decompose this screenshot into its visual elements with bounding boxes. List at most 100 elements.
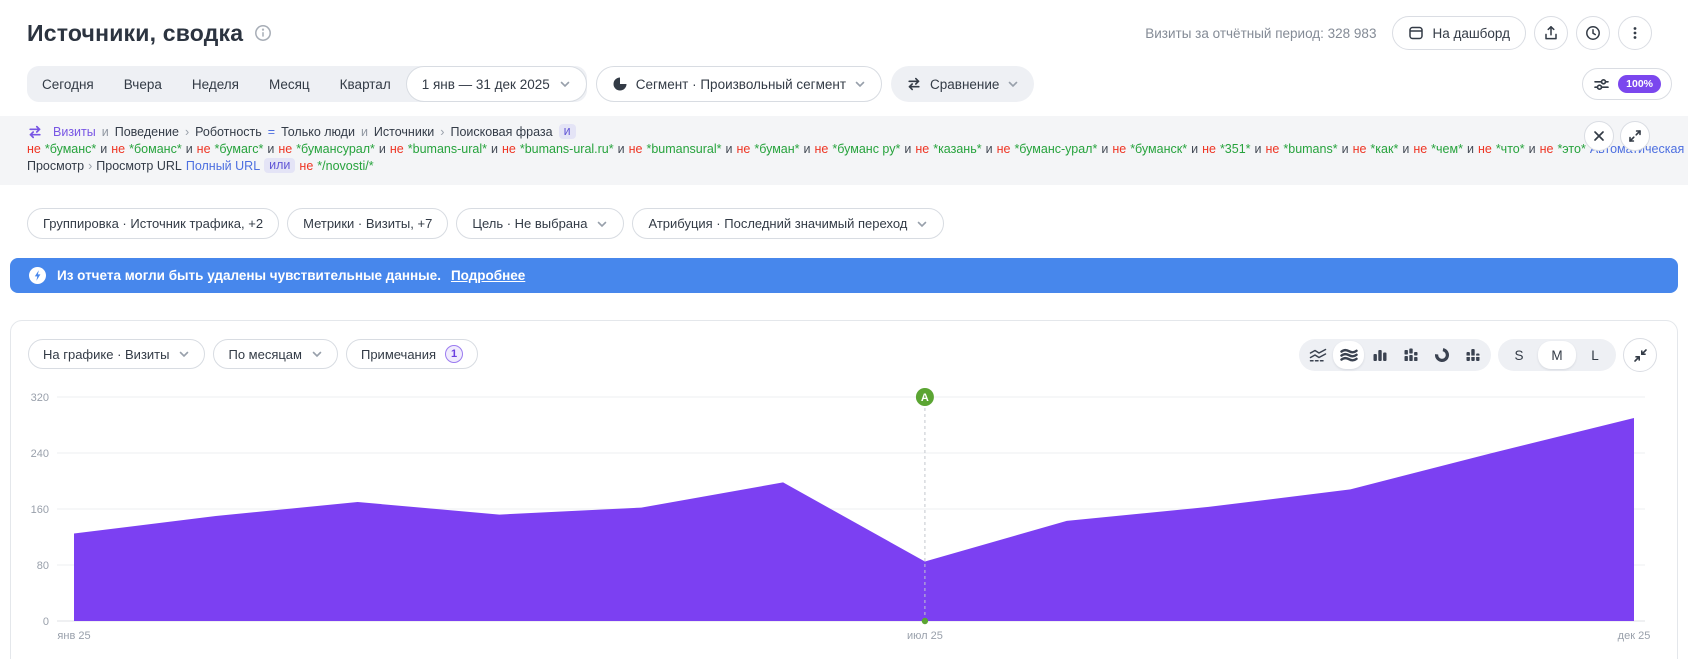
filter-token: *казань* bbox=[933, 141, 981, 157]
filter-token: не bbox=[1112, 141, 1126, 157]
report-pill-label: Атрибуция · Последний значимый переход bbox=[648, 216, 907, 231]
chart-size-m[interactable]: M bbox=[1538, 341, 1576, 369]
compare-icon bbox=[906, 76, 922, 92]
sampling-badge: 100% bbox=[1618, 75, 1661, 93]
compare-label: Сравнение bbox=[930, 77, 999, 92]
chart-setting-pill-0[interactable]: На графике · Визиты bbox=[28, 339, 205, 369]
filter-token: *бумансурал* bbox=[296, 141, 375, 157]
visits-area-chart[interactable]: 080160240320Aянв 25июл 25дек 25 bbox=[11, 381, 1679, 659]
x-axis-tick: дек 25 bbox=[1618, 630, 1651, 642]
filter-token: *что* bbox=[1496, 141, 1525, 157]
banner-details-link[interactable]: Подробнее bbox=[451, 268, 525, 283]
report-pill-label: Метрики · Визиты, +7 bbox=[303, 216, 432, 231]
chart-setting-pill-1[interactable]: По месяцам bbox=[213, 339, 338, 369]
filter-token: › bbox=[185, 124, 189, 140]
banner-text: Из отчета могли быть удалены чувствитель… bbox=[57, 268, 441, 283]
filter-token: не bbox=[299, 158, 313, 174]
filter-token: не bbox=[1540, 141, 1554, 157]
segment-button[interactable]: Сегмент · Произвольный сегмент bbox=[596, 66, 882, 102]
chart-size-l[interactable]: L bbox=[1576, 341, 1614, 369]
filter-token: *буманс-урал* bbox=[1014, 141, 1097, 157]
stacked-bars-icon[interactable] bbox=[1395, 341, 1426, 369]
more-menu-button[interactable] bbox=[1618, 16, 1652, 50]
lightning-icon bbox=[28, 266, 47, 285]
period-tab-3[interactable]: Месяц bbox=[254, 66, 325, 102]
columns-chart-icon[interactable] bbox=[1457, 341, 1488, 369]
period-tab-4[interactable]: Квартал bbox=[325, 66, 406, 102]
collapse-chart-button[interactable] bbox=[1623, 338, 1657, 372]
filter-token: › bbox=[88, 158, 92, 174]
pie-chart-icon[interactable] bbox=[1426, 341, 1457, 369]
report-pill-label: Цель · Не выбрана bbox=[472, 216, 587, 231]
report-pill-label: Группировка · Источник трафика, +2 bbox=[43, 216, 263, 231]
filter-token: *bumans-ural.ru* bbox=[520, 141, 614, 157]
sliders-icon bbox=[1593, 76, 1610, 93]
filter-token: не bbox=[1478, 141, 1492, 157]
filter-token: и bbox=[186, 141, 193, 157]
period-tabs: СегодняВчераНеделяМесяцКвартал 1 янв — 3… bbox=[27, 66, 587, 102]
filter-token[interactable]: Визиты bbox=[53, 124, 96, 140]
filter-token: и bbox=[726, 141, 733, 157]
chart-pill-label: На графике · Визиты bbox=[43, 347, 169, 362]
x-axis-tick: июл 25 bbox=[907, 630, 943, 642]
chevron-down-icon bbox=[1007, 78, 1019, 90]
chart-size-s[interactable]: S bbox=[1500, 341, 1538, 369]
to-dashboard-button[interactable]: На дашборд bbox=[1392, 16, 1526, 50]
info-icon[interactable] bbox=[254, 24, 272, 42]
y-axis-tick: 80 bbox=[37, 560, 49, 572]
report-settings-row: Группировка · Источник трафика, +2 Метрик… bbox=[27, 208, 944, 239]
period-tab-2[interactable]: Неделя bbox=[177, 66, 254, 102]
filter-token[interactable]: = bbox=[268, 124, 275, 140]
filter-token: и bbox=[1255, 141, 1262, 157]
date-range-label: 1 янв — 31 дек 2025 bbox=[422, 77, 550, 92]
filter-operator-chip: и bbox=[559, 124, 576, 139]
compare-button[interactable]: Сравнение bbox=[891, 66, 1034, 102]
segment-compare-icon bbox=[27, 124, 43, 140]
filter-token: *буманс* bbox=[45, 141, 96, 157]
filter-token: *бумагс* bbox=[215, 141, 264, 157]
segment-pie-icon bbox=[612, 76, 628, 92]
filter-token: не bbox=[737, 141, 751, 157]
filter-token: и bbox=[1101, 141, 1108, 157]
bars-chart-icon[interactable] bbox=[1364, 341, 1395, 369]
filter-token: Роботность bbox=[195, 124, 262, 140]
filter-token: и bbox=[100, 141, 107, 157]
report-pill-2[interactable]: Цель · Не выбрана bbox=[456, 208, 624, 239]
filter-operator-chip: или bbox=[264, 158, 295, 173]
close-icon bbox=[1592, 129, 1606, 143]
filter-token: */novosti/* bbox=[317, 158, 373, 174]
lines-chart-icon[interactable] bbox=[1302, 341, 1333, 369]
filter-token: *буманс ру* bbox=[832, 141, 900, 157]
sampling-settings-button[interactable]: 100% bbox=[1582, 68, 1672, 100]
dashboard-icon bbox=[1408, 25, 1424, 41]
period-tab-0[interactable]: Сегодня bbox=[27, 66, 109, 102]
share-icon bbox=[1543, 25, 1559, 41]
chevron-down-icon bbox=[854, 78, 866, 90]
share-button[interactable] bbox=[1534, 16, 1568, 50]
report-pill-1[interactable]: Метрики · Визиты, +7 bbox=[287, 208, 448, 239]
filter-token: и bbox=[491, 141, 498, 157]
history-button[interactable] bbox=[1576, 16, 1610, 50]
filter-token: *буманск* bbox=[1130, 141, 1187, 157]
kebab-menu-icon bbox=[1627, 25, 1643, 41]
chart-setting-pill-2[interactable]: Примечания1 bbox=[346, 339, 478, 369]
report-header: Источники, сводка Визиты за отчётный пер… bbox=[27, 14, 1652, 52]
filter-token: и bbox=[1342, 141, 1349, 157]
filter-token[interactable]: Полный URL bbox=[186, 158, 260, 174]
expand-filters-button[interactable] bbox=[1620, 121, 1650, 151]
visits-area-series bbox=[74, 418, 1634, 621]
area-chart-icon[interactable] bbox=[1333, 341, 1364, 369]
y-axis-tick: 0 bbox=[43, 616, 49, 628]
filter-token: не bbox=[915, 141, 929, 157]
chart-pill-label: По месяцам bbox=[228, 347, 302, 362]
filter-token: *bumansural* bbox=[646, 141, 721, 157]
visits-period-summary: Визиты за отчётный период: 328 983 bbox=[1145, 26, 1376, 41]
date-range-picker[interactable]: 1 янв — 31 дек 2025 bbox=[406, 66, 587, 102]
report-pill-0[interactable]: Группировка · Источник трафика, +2 bbox=[27, 208, 279, 239]
report-pill-3[interactable]: Атрибуция · Последний значимый переход bbox=[632, 208, 944, 239]
period-tab-1[interactable]: Вчера bbox=[109, 66, 177, 102]
filter-token: и bbox=[361, 124, 368, 140]
filter-token: Просмотр URL bbox=[96, 158, 182, 174]
clear-filters-button[interactable] bbox=[1584, 121, 1614, 151]
chart-size-switcher: SML bbox=[1498, 339, 1616, 371]
